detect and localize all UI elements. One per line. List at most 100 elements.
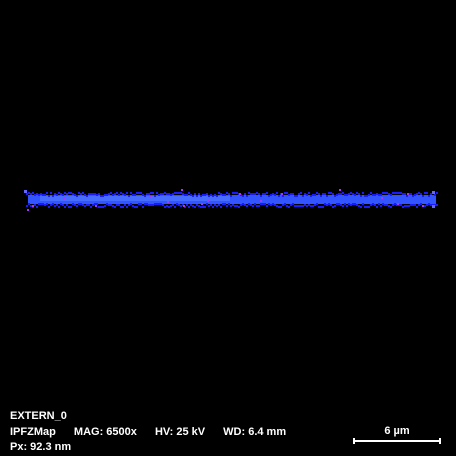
map-band-edge-pixel [308, 204, 310, 206]
map-band-edge-pixel [92, 204, 94, 206]
map-band-edge-pixel [406, 195, 408, 197]
map-band-edge-pixel [302, 195, 304, 197]
map-band-edge-pixel [262, 193, 264, 195]
map-band-edge-pixel [190, 194, 192, 196]
map-band-edge-pixel [104, 205, 106, 207]
map-band-edge-pixel [220, 193, 222, 195]
map-band-edge-pixel [160, 203, 162, 205]
map-band-edge-pixel [306, 205, 308, 207]
map-band-edge-pixel [414, 204, 416, 206]
map-band-edge-pixel [100, 195, 102, 197]
map-band-edge-pixel [56, 194, 58, 196]
map-band-edge-pixel [94, 193, 96, 195]
map-band-edge-pixel [230, 205, 232, 207]
map-band-edge-pixel [344, 194, 346, 196]
map-speck [381, 197, 383, 199]
map-band-edge-pixel [372, 203, 374, 205]
map-band-edge-pixel [150, 192, 152, 194]
map-band-edge-pixel [400, 192, 402, 194]
map-band-edge-pixel [188, 206, 190, 208]
map-band-edge-pixel [144, 203, 146, 205]
map-band-edge-pixel [164, 192, 166, 194]
map-band-edge-pixel [114, 193, 116, 195]
magnification-label: MAG: 6500x [73, 426, 137, 438]
map-band-edge-pixel [50, 192, 52, 194]
map-band-edge-pixel [124, 194, 126, 196]
orientation-map-image [0, 0, 456, 456]
map-band-edge-pixel [258, 205, 260, 207]
map-band-edge-pixel [346, 205, 348, 207]
map-band-edge-pixel [330, 204, 332, 206]
map-band-edge-pixel [322, 206, 324, 208]
map-band-edge-pixel [98, 206, 100, 208]
map-band-edge-pixel [328, 203, 330, 205]
map-band-edge-pixel [236, 192, 238, 194]
map-band-edge-pixel [76, 195, 78, 197]
map-band-edge-pixel [286, 205, 288, 207]
map-band-end-pixel [432, 191, 435, 194]
map-band-edge-pixel [142, 206, 144, 208]
map-band-edge-pixel [140, 203, 142, 205]
map-band-edge-pixel [42, 194, 44, 196]
map-band-edge-pixel [376, 206, 378, 208]
map-band-edge-pixel [338, 203, 340, 205]
map-band-edge-pixel [290, 204, 292, 206]
map-band-edge-pixel [344, 203, 346, 205]
map-speck [183, 205, 185, 207]
map-band-edge-pixel [132, 194, 134, 196]
map-band-edge-pixel [386, 204, 388, 206]
map-band-edge-pixel [172, 193, 174, 195]
map-band-edge-pixel [364, 206, 366, 208]
map-band-edge-pixel [134, 206, 136, 208]
map-speck [397, 203, 399, 205]
map-band-edge-pixel [106, 194, 108, 196]
map-band-edge-pixel [428, 195, 430, 197]
map-band-edge-pixel [404, 193, 406, 195]
map-band-edge-pixel [374, 194, 376, 196]
map-speck [260, 200, 262, 202]
map-band-edge-pixel [36, 193, 38, 195]
map-band-edge-pixel [326, 195, 328, 197]
map-band-edge-pixel [60, 193, 62, 195]
map-band-edge-pixel [400, 204, 402, 206]
map-band-edge-pixel [156, 203, 158, 205]
map-band-edge-pixel [380, 205, 382, 207]
map-band-edge-pixel [158, 203, 160, 205]
map-band-edge-pixel [122, 193, 124, 195]
map-band-edge-pixel [166, 193, 168, 195]
map-band-edge-pixel [436, 204, 438, 206]
acquisition-parameters: IPFZMap MAG: 6500x HV: 25 kV WD: 6.4 mm [10, 426, 286, 439]
map-band-edge-pixel [236, 205, 238, 207]
map-band-edge-pixel [62, 194, 64, 196]
map-band-edge-pixel [74, 194, 76, 196]
map-band-edge-pixel [284, 192, 286, 194]
map-band-edge-pixel [394, 192, 396, 194]
map-band-edge-pixel [246, 195, 248, 197]
map-band-edge-pixel [88, 204, 90, 206]
map-band-edge-pixel [402, 206, 404, 208]
map-band-edge-pixel [288, 206, 290, 208]
image-title: EXTERN_0 [10, 410, 67, 422]
map-band-edge-pixel [174, 192, 176, 194]
map-band-edge-pixel [26, 193, 28, 195]
map-band-edge-pixel [198, 193, 200, 195]
map-band-edge-pixel [406, 205, 408, 207]
map-band-edge-pixel [350, 192, 352, 194]
map-band-edge-pixel [116, 192, 118, 194]
map-band-edge-pixel [246, 205, 248, 207]
map-band-edge-pixel [180, 205, 182, 207]
map-band-edge-pixel [302, 205, 304, 207]
map-band-edge-pixel [412, 195, 414, 197]
map-band-edge-pixel [350, 204, 352, 206]
map-band-edge-pixel [340, 193, 342, 195]
map-band-edge-pixel [308, 192, 310, 194]
map-band-edge-pixel [58, 192, 60, 194]
map-band-end-pixel [24, 190, 27, 193]
map-band-edge-pixel [372, 194, 374, 196]
map-band-edge-pixel [98, 193, 100, 195]
map-band-edge-pixel [134, 194, 136, 196]
map-band-edge-pixel [206, 193, 208, 195]
map-band-edge-pixel [74, 204, 76, 206]
map-speck [27, 209, 29, 211]
map-band-edge-pixel [298, 193, 300, 195]
